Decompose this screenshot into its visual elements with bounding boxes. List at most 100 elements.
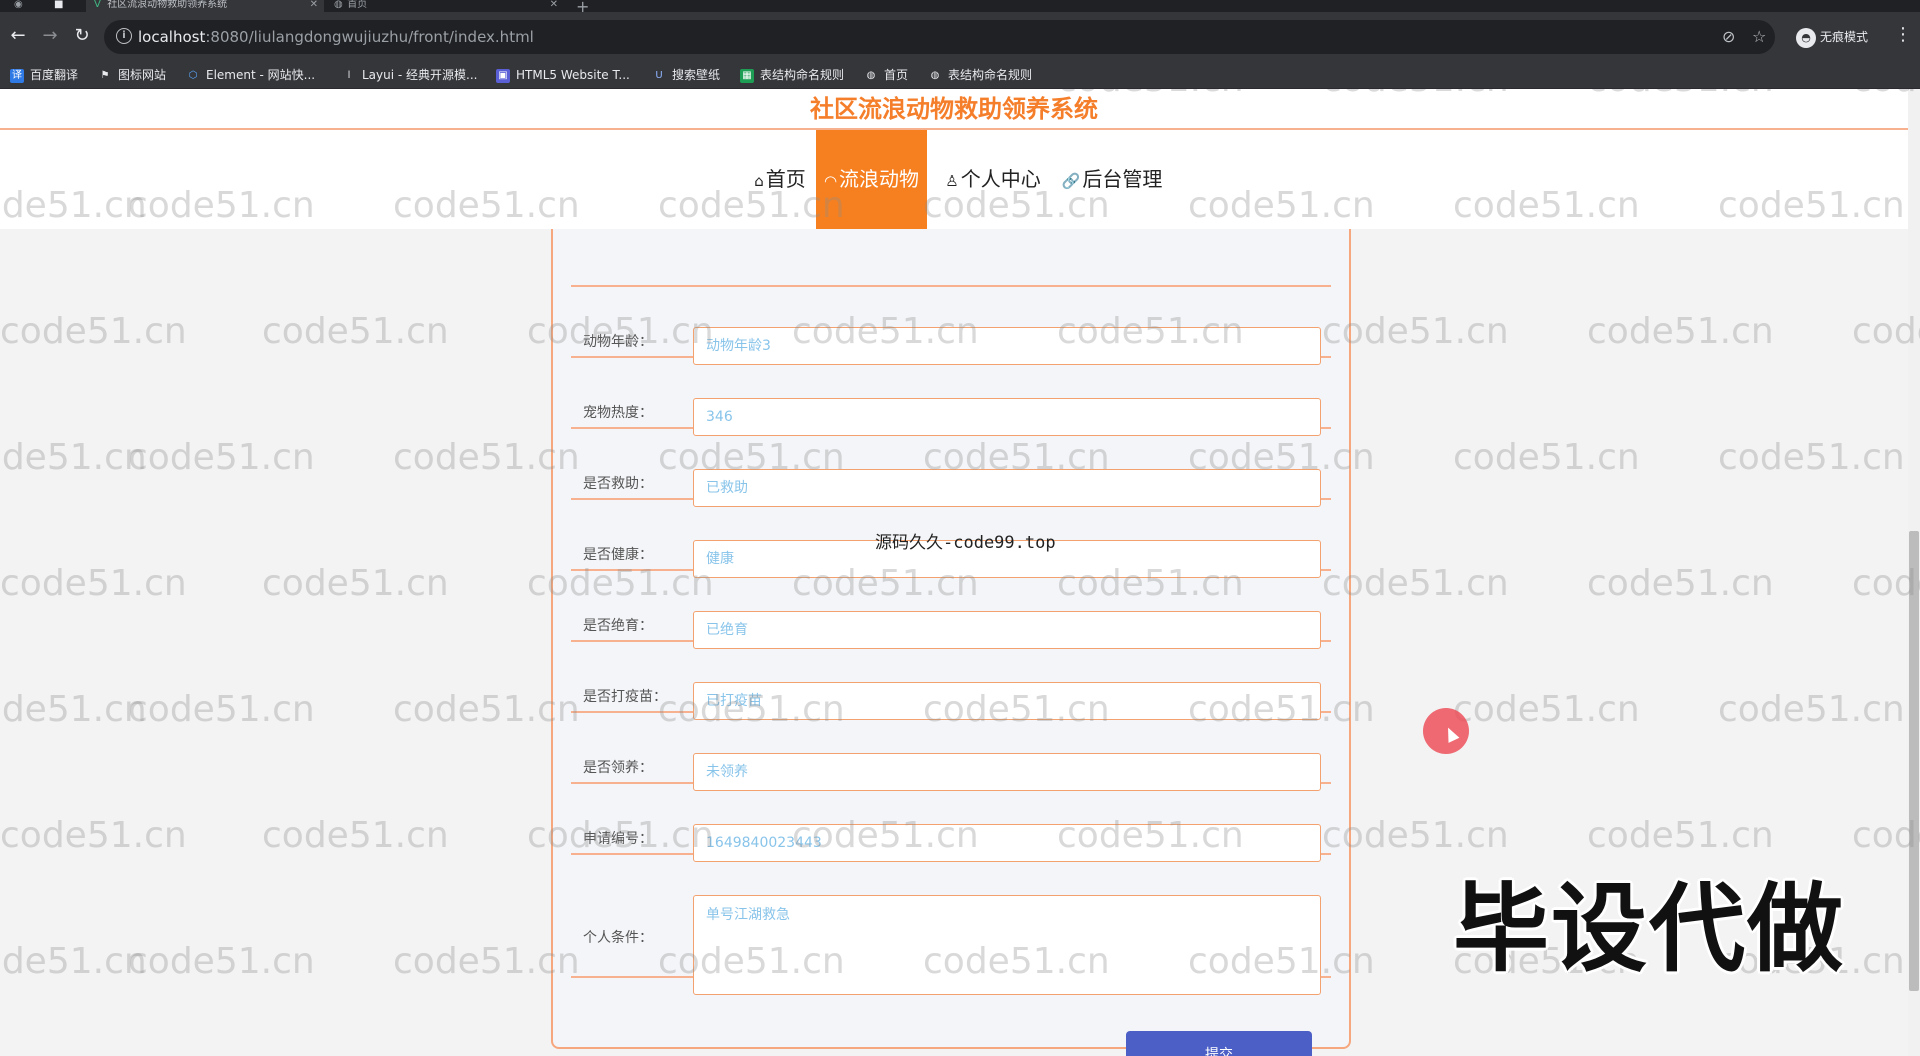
star-icon[interactable]: ☆ bbox=[1752, 27, 1766, 46]
bookmark-item[interactable]: U 搜索壁纸 bbox=[652, 62, 720, 88]
url-text[interactable]: localhost:8080/liulangdongwujiuzhu/front… bbox=[138, 28, 534, 46]
browser-tab-2[interactable]: ◍ 首页 ✕ bbox=[326, 0, 564, 12]
bookmark-item[interactable]: l Layui - 经典开源模... bbox=[342, 62, 478, 88]
back-button[interactable]: ← bbox=[8, 26, 28, 46]
field-label-age: 动物年龄： bbox=[583, 334, 653, 350]
info-icon[interactable]: i bbox=[116, 28, 132, 44]
nav-label: 个人中心 bbox=[960, 167, 1041, 191]
bookmark-item[interactable]: ◍ 首页 bbox=[864, 62, 908, 88]
scrollbar-thumb[interactable] bbox=[1909, 531, 1919, 991]
rescued-input[interactable]: 已救助 bbox=[693, 469, 1321, 507]
field-label-vaccinated: 是否打疫苗： bbox=[583, 689, 667, 705]
watermark-text: code51.cn bbox=[128, 689, 315, 730]
nav-admin[interactable]: 🔗 后台管理 bbox=[1058, 130, 1166, 229]
field-label-healthy: 是否健康： bbox=[583, 547, 653, 563]
nav-label: 后台管理 bbox=[1082, 167, 1163, 191]
adopted-input[interactable]: 未领养 bbox=[693, 753, 1321, 791]
field-label-adopted: 是否领养： bbox=[583, 760, 653, 776]
globe-icon: ◍ bbox=[930, 69, 940, 81]
globe-icon: ◍ bbox=[334, 0, 343, 10]
animal-age-input[interactable]: 动物年龄3 bbox=[693, 327, 1321, 365]
flag-icon: ⚑ bbox=[100, 69, 110, 81]
site-header: 社区流浪动物救助领养系统 ⌂ 首页 ◠ 流浪动物 ♙ 个人中心 🔗 后台管理 bbox=[0, 89, 1908, 229]
sterilized-input[interactable]: 已绝育 bbox=[693, 611, 1321, 649]
field-label-application-no: 申请编号： bbox=[583, 831, 653, 847]
close-tab-icon[interactable]: ✕ bbox=[550, 0, 558, 10]
source-overlay-text: 源码久久-code99.top bbox=[875, 533, 1056, 553]
incognito-label: 无痕模式 bbox=[1820, 30, 1869, 44]
watermark-text: code51.cn bbox=[1587, 311, 1774, 352]
layui-icon: l bbox=[347, 69, 351, 81]
watermark-text: code51.cn bbox=[0, 815, 187, 856]
link-icon: 🔗 bbox=[1061, 172, 1081, 190]
bookmark-label: 搜索壁纸 bbox=[672, 68, 721, 82]
window-icon: ■ bbox=[54, 0, 64, 10]
watermark-text: code51.cn bbox=[1718, 689, 1905, 730]
globe-icon: ◍ bbox=[866, 69, 876, 81]
watermark-text: code51.cn bbox=[0, 563, 187, 604]
application-no-input[interactable]: 1649840023443 bbox=[693, 824, 1321, 862]
eye-off-icon[interactable]: ⊘ bbox=[1722, 27, 1735, 46]
user-icon: ♙ bbox=[945, 172, 959, 190]
browser-tab-1[interactable]: V 社区流浪动物救助领养系统 ✕ bbox=[86, 0, 324, 12]
wallpaper-icon: U bbox=[655, 69, 663, 81]
bookmark-item[interactable]: ▣ HTML5 Website T... bbox=[496, 62, 630, 88]
watermark-text: code51.cn bbox=[262, 815, 449, 856]
close-tab-icon[interactable]: ✕ bbox=[310, 0, 318, 10]
bookmark-item[interactable]: ⬡ Element - 网站快... bbox=[186, 62, 315, 88]
field-label-popularity: 宠物热度： bbox=[583, 405, 653, 421]
watermark-text: code51.cn bbox=[0, 311, 187, 352]
field-label-sterilized: 是否绝育： bbox=[583, 618, 653, 634]
nav-label: 流浪动物 bbox=[839, 167, 920, 191]
omnibox[interactable]: i localhost:8080/liulangdongwujiuzhu/fro… bbox=[104, 20, 1775, 54]
bookmark-label: 百度翻译 bbox=[30, 68, 79, 82]
bookmark-item[interactable]: ▦ 表结构命名规则 bbox=[740, 62, 844, 88]
bookmark-item[interactable]: ⚑ 图标网站 bbox=[98, 62, 167, 88]
url-path: :8080/liulangdongwujiuzhu/front/index.ht… bbox=[205, 28, 534, 46]
watermark-text: code51.cn bbox=[0, 689, 147, 730]
animal-icon: ◠ bbox=[823, 172, 838, 190]
page-viewport: 动物年龄： 动物年龄3 宠物热度： 346 是否救助： 已救助 是否健康： 健康… bbox=[0, 89, 1920, 1056]
url-host: localhost bbox=[138, 28, 206, 46]
main-nav: ⌂ 首页 ◠ 流浪动物 ♙ 个人中心 🔗 后台管理 bbox=[0, 130, 1908, 229]
submit-button[interactable]: 提交 bbox=[1126, 1031, 1312, 1056]
element-icon: ⬡ bbox=[188, 69, 198, 81]
nav-label: 首页 bbox=[765, 167, 806, 191]
conditions-textarea[interactable]: 单号江湖救急 bbox=[693, 895, 1321, 995]
tab-title: 首页 bbox=[347, 0, 368, 10]
translate-icon: 译 bbox=[10, 68, 24, 83]
browser-tab-bar: ◉ ■ V 社区流浪动物救助领养系统 ✕ ◍ 首页 ✕ + bbox=[0, 0, 1920, 16]
incognito-indicator[interactable]: ◓ 无痕模式 bbox=[1796, 24, 1868, 50]
forward-button[interactable]: → bbox=[40, 26, 60, 46]
reload-button[interactable]: ↻ bbox=[72, 26, 92, 46]
bookmarks-bar: 译百度翻译 ⚑ 图标网站 ⬡ Element - 网站快... l Layui - 经… bbox=[0, 62, 1920, 89]
popularity-input[interactable]: 346 bbox=[693, 398, 1321, 436]
watermark-text: code51.cn bbox=[1453, 689, 1640, 730]
bookmark-label: Element - 网站快... bbox=[206, 68, 316, 82]
address-bar-row: ← → ↻ i localhost:8080/liulangdongwujiuz… bbox=[0, 12, 1920, 62]
menu-dots-icon[interactable]: ⋮ bbox=[1894, 24, 1912, 45]
vue-icon: V bbox=[94, 0, 101, 10]
bookmark-label: 表结构命名规则 bbox=[948, 68, 1033, 82]
nav-stray-animals[interactable]: ◠ 流浪动物 bbox=[816, 130, 927, 229]
site-title: 社区流浪动物救助领养系统 bbox=[810, 95, 1098, 123]
bookmark-label: Layui - 经典开源模... bbox=[362, 68, 478, 82]
bookmark-item[interactable]: ◍ 表结构命名规则 bbox=[928, 62, 1032, 88]
watermark-text: code51.cn bbox=[262, 563, 449, 604]
bookmark-label: 首页 bbox=[884, 68, 909, 82]
nav-home[interactable]: ⌂ 首页 bbox=[735, 130, 825, 229]
promo-overlay-text: 毕设代做 bbox=[1453, 873, 1845, 985]
field-label-conditions: 个人条件： bbox=[583, 930, 653, 946]
watermark-text: code51.cn bbox=[0, 437, 147, 478]
nav-personal-center[interactable]: ♙ 个人中心 bbox=[940, 130, 1046, 229]
watermark-text: code51.cn bbox=[1587, 815, 1774, 856]
bookmark-item[interactable]: 译百度翻译 bbox=[10, 62, 78, 88]
field-label-rescued: 是否救助： bbox=[583, 476, 653, 492]
watermark-text: code51.cn bbox=[128, 941, 315, 982]
tab-title: 社区流浪动物救助领养系统 bbox=[107, 0, 228, 10]
vaccinated-input[interactable]: 已打疫苗 bbox=[693, 682, 1321, 720]
bookmark-label: 图标网站 bbox=[118, 68, 167, 82]
watermark-text: code51.cn bbox=[1587, 563, 1774, 604]
bookmark-label: 表结构命名规则 bbox=[760, 68, 845, 82]
browser-menu-icon[interactable]: ◉ bbox=[14, 0, 28, 12]
